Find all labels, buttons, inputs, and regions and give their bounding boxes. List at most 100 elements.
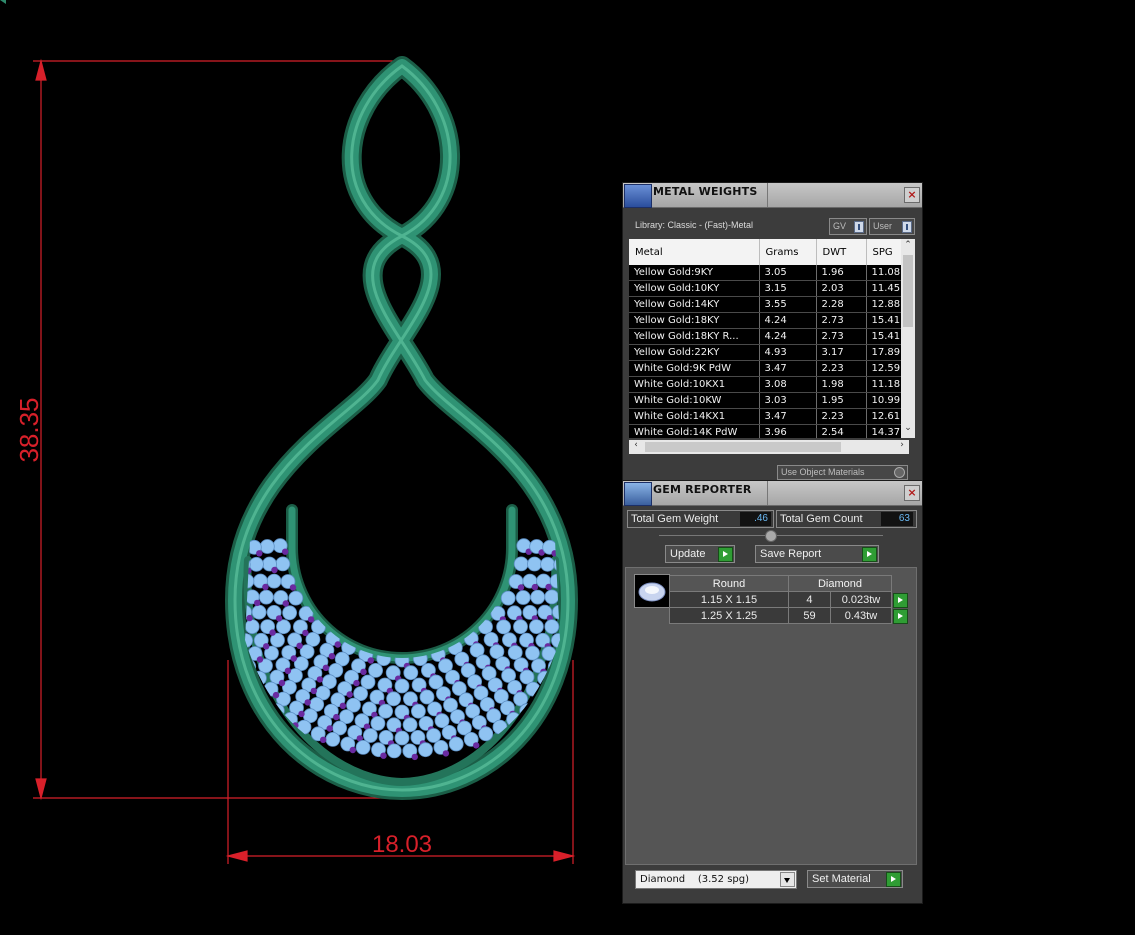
material-select[interactable]: Diamond (3.52 spg)	[635, 870, 797, 889]
metal-row[interactable]: White Gold:14KX1 3.47 2.23 12.61	[629, 408, 902, 425]
update-button[interactable]: Update	[665, 545, 735, 563]
close-icon[interactable]: ×	[904, 187, 920, 203]
metal-name: White Gold:10KX1	[629, 376, 760, 393]
metal-grams: 3.05	[759, 265, 817, 281]
gem-reporter-panel: GEM REPORTER × Total Gem Weight .46 Tota…	[622, 480, 923, 904]
scroll-thumb[interactable]	[903, 255, 913, 327]
gem-weight: 0.43tw	[844, 609, 878, 622]
gem-reporter-title: GEM REPORTER	[653, 483, 752, 496]
play-icon	[862, 547, 877, 562]
metal-dwt: 2.73	[816, 312, 867, 329]
play-icon	[886, 872, 901, 887]
use-object-materials-label: Use Object Materials	[781, 467, 865, 477]
metal-weights-icon	[624, 184, 652, 208]
metal-row[interactable]: White Gold:9K PdW 3.47 2.23 12.59	[629, 360, 902, 377]
metal-spg: 15.41	[866, 312, 902, 329]
height-dimension-label: 38.35	[14, 397, 44, 462]
column-header-metal[interactable]: Metal	[629, 239, 760, 265]
metal-spg: 15.41	[866, 328, 902, 345]
metal-name: White Gold:10KW	[629, 392, 760, 409]
metal-dwt: 2.23	[816, 360, 867, 377]
metal-spg: 11.18	[866, 376, 902, 393]
gv-label: GV	[833, 221, 847, 231]
gem-count: 4	[788, 591, 831, 608]
library-label: Library: Classic - (Fast)-Metal	[635, 220, 754, 230]
scroll-right-icon[interactable]: ›	[895, 440, 909, 450]
close-icon[interactable]: ×	[904, 485, 920, 501]
metal-table-vertical-scrollbar[interactable]: ⌃ ⌄	[901, 239, 915, 438]
metal-weights-title: METAL WEIGHTS	[653, 185, 758, 198]
metal-spg: 11.08	[866, 265, 902, 281]
metal-dwt: 1.95	[816, 392, 867, 409]
metal-weights-table[interactable]: Metal Grams DWT SPG Yellow Gold:9KY 3.05 1…	[629, 239, 915, 438]
metal-grams: 3.55	[759, 296, 817, 313]
metal-row[interactable]: Yellow Gold:22KY 4.93 3.17 17.89	[629, 344, 902, 361]
metal-name: White Gold:14KX1	[629, 408, 760, 425]
metal-grams: 3.15	[759, 280, 817, 297]
metal-weights-titlebar[interactable]: METAL WEIGHTS ×	[623, 183, 922, 208]
metal-dwt: 2.54	[816, 424, 867, 438]
metal-row[interactable]: Yellow Gold:18KY R... 4.24 2.73 15.41	[629, 328, 902, 345]
gem-weight: 0.023tw	[841, 593, 881, 606]
metal-spg: 17.89	[866, 344, 902, 361]
metal-row[interactable]: Yellow Gold:9KY 3.05 1.96 11.08	[629, 265, 902, 281]
gem-row[interactable]: 1.25 X 1.25 59 0.43tw	[669, 607, 909, 624]
metal-table-horizontal-scrollbar[interactable]: ‹ ›	[629, 440, 909, 454]
metal-spg: 12.59	[866, 360, 902, 377]
metal-row[interactable]: White Gold:10KX1 3.08 1.98 11.18	[629, 376, 902, 393]
scroll-up-icon[interactable]: ⌃	[901, 240, 915, 250]
metal-row[interactable]: Yellow Gold:14KY 3.55 2.28 12.88	[629, 296, 902, 313]
splitter-handle-icon[interactable]	[765, 530, 777, 542]
metal-name: Yellow Gold:22KY	[629, 344, 760, 361]
metal-row[interactable]: White Gold:14K PdW 3.96 2.54 14.37	[629, 424, 902, 438]
pendant-render: 38.35 18.03	[0, 0, 579, 864]
horizontal-scroll-thumb[interactable]	[645, 442, 841, 452]
round-gem-icon	[638, 582, 666, 602]
metal-row[interactable]: Yellow Gold:18KY 4.24 2.73 15.41	[629, 312, 902, 329]
metal-name: Yellow Gold:14KY	[629, 296, 760, 313]
metal-grams: 3.96	[759, 424, 817, 438]
column-header-grams[interactable]: Grams	[759, 239, 817, 265]
gem-reporter-titlebar[interactable]: GEM REPORTER ×	[623, 481, 922, 506]
gem-shape-header: Round	[669, 575, 789, 592]
total-gem-count-field: Total Gem Count 63	[776, 510, 917, 528]
metal-dwt: 2.73	[816, 328, 867, 345]
metal-grams: 3.47	[759, 408, 817, 425]
total-gem-count-value: 63	[881, 512, 913, 526]
metal-spg: 10.99	[866, 392, 902, 409]
scroll-down-icon[interactable]: ⌄	[901, 423, 915, 433]
user-toggle[interactable]: User	[869, 218, 915, 235]
metal-dwt: 2.28	[816, 296, 867, 313]
metal-row[interactable]: Yellow Gold:10KY 3.15 2.03 11.45	[629, 280, 902, 297]
metal-dwt: 1.96	[816, 265, 867, 281]
gem-row[interactable]: 1.15 X 1.15 4 0.023tw	[669, 591, 909, 608]
total-gem-weight-label: Total Gem Weight	[631, 513, 719, 525]
save-report-button[interactable]: Save Report	[755, 545, 879, 563]
set-material-button[interactable]: Set Material	[807, 870, 903, 888]
3d-viewport[interactable]: 38.35 18.03	[0, 0, 1135, 931]
gem-row-go[interactable]	[892, 592, 909, 608]
set-material-label: Set Material	[812, 873, 871, 885]
use-object-materials-toggle[interactable]: Use Object Materials	[777, 465, 908, 480]
metal-weights-panel: METAL WEIGHTS × Library: Classic - (Fast…	[622, 182, 923, 482]
metal-grams: 4.24	[759, 328, 817, 345]
radio-icon	[894, 467, 905, 478]
gem-size: 1.25 X 1.25	[669, 607, 789, 624]
scroll-left-icon[interactable]: ‹	[629, 440, 643, 450]
gv-toggle[interactable]: GV	[829, 218, 867, 235]
column-header-dwt[interactable]: DWT	[816, 239, 867, 265]
metal-spg: 12.88	[866, 296, 902, 313]
metal-spg: 12.61	[866, 408, 902, 425]
metal-dwt: 2.23	[816, 408, 867, 425]
material-select-value: Diamond (3.52 spg)	[640, 874, 750, 885]
metal-grams: 3.08	[759, 376, 817, 393]
metal-name: Yellow Gold:18KY	[629, 312, 760, 329]
metal-row[interactable]: White Gold:10KW 3.03 1.95 10.99	[629, 392, 902, 409]
gem-row-go[interactable]	[892, 608, 909, 624]
play-icon	[893, 592, 908, 608]
metal-grams: 4.93	[759, 344, 817, 361]
gem-list-area: Round Diamond 1.15 X 1.15 4 0.023tw 1.25…	[625, 567, 917, 865]
chevron-down-icon[interactable]	[780, 872, 795, 887]
round-gem-thumbnail[interactable]	[634, 574, 670, 608]
column-header-spg[interactable]: SPG	[866, 239, 902, 265]
